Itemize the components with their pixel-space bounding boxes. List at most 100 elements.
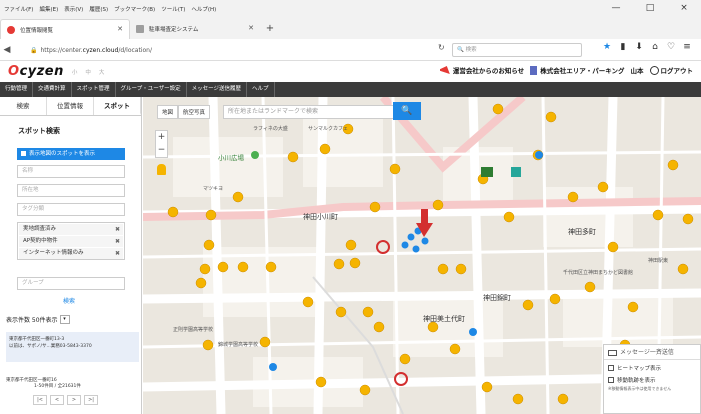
navigation-bar: ◀ 🔒 https://center. cyzen.cloud/d/locatio… (0, 39, 701, 61)
chevron-down-icon[interactable]: ▾ (59, 315, 70, 324)
tab-bar: 位置情報閲覧 ✕ 駐車場査定システム ✕ + (0, 17, 701, 39)
tab-location[interactable]: 位置情報閲覧 ✕ (0, 19, 130, 39)
company-label: 株式会社エリア・パーキング (540, 67, 625, 75)
search-placeholder: 検索 (465, 47, 477, 53)
library-icon[interactable]: ▮ (615, 42, 631, 52)
search-icon: 🔍 (401, 106, 413, 116)
tab-position[interactable]: 位置情報 (47, 97, 94, 115)
new-tab-button[interactable]: + (260, 19, 280, 39)
home-icon[interactable]: ⌂ (647, 42, 663, 52)
logo-text: cyzen (19, 64, 64, 79)
map-label: 千代田区立神田まちかど図書館 (563, 270, 634, 276)
close-tab-icon[interactable]: ✕ (117, 25, 123, 33)
map-label: 神田錦町 (483, 294, 511, 302)
map-type-map[interactable]: 地図 (157, 105, 179, 119)
map-type-satellite[interactable]: 航空写真 (178, 105, 211, 119)
name-field[interactable]: 名称 (17, 165, 125, 178)
close-window-button[interactable]: × (667, 0, 701, 17)
maximize-button[interactable]: □ (633, 0, 667, 17)
map-search-button[interactable]: 🔍 (393, 102, 421, 120)
menu-transport-cost[interactable]: 交通費計算 (33, 82, 72, 97)
message-panel: メッセージ一斉送信 ヒートマップ表示 移動軌跡を表示 ※移動情報表示中は使用でき… (603, 344, 701, 414)
main-menu: 行動管理 交通費計算 スポット管理 グループ・ユーザー設定 メッセージ送信履歴 … (0, 82, 701, 97)
map-view[interactable]: 地図 航空写真 所在地またはランドマークで検索 🔍 + − 小川広場 神田小川町… (143, 97, 701, 414)
hamburger-menu-icon[interactable]: ≡ (679, 42, 695, 52)
next-page-button[interactable]: > (67, 395, 81, 405)
result-item[interactable]: 東京都千代田区一番町16 1-50件目 / 全21631件 (6, 378, 81, 390)
pager: |< < > >| (33, 395, 101, 405)
menu-tools[interactable]: ツール(T) (161, 5, 185, 13)
tag-chip: インターネット情報のみ ✖ (19, 248, 123, 259)
close-tab-icon[interactable]: ✕ (248, 24, 254, 32)
megaphone-icon (439, 66, 450, 74)
zoom-in-button[interactable]: + (156, 131, 167, 144)
bookmark-star-icon[interactable]: ★ (599, 42, 615, 52)
menu-edit[interactable]: 編集(E) (39, 5, 58, 13)
logout-button[interactable]: ログアウト (649, 65, 693, 75)
menu-message-history[interactable]: メッセージ送信履歴 (187, 82, 248, 97)
menu-history[interactable]: 履歴(S) (89, 5, 108, 13)
tab-spot[interactable]: スポット (94, 97, 141, 115)
chip-label: インターネット情報のみ (23, 250, 84, 256)
cyzen-logo: Ocyzen (8, 64, 64, 79)
first-page-button[interactable]: |< (33, 395, 47, 405)
group-field[interactable]: グループ (17, 277, 125, 290)
url-bar[interactable]: 🔒 https://center. cyzen.cloud/d/location/ (30, 43, 425, 57)
menu-file[interactable]: ファイル(F) (4, 5, 33, 13)
reload-icon[interactable]: ↻ (438, 43, 445, 52)
heatmap-label: ヒートマップ表示 (617, 366, 662, 372)
pocket-icon[interactable]: ♡ (663, 42, 679, 52)
result-address: 東京都千代田区一番町13-3 (9, 337, 65, 342)
tab-label: 駐車場査定システム (149, 27, 199, 33)
font-size-medium[interactable]: 中 (85, 68, 91, 76)
minimize-button[interactable]: — (599, 0, 633, 17)
tag-field[interactable]: タグ分類 (17, 203, 125, 216)
panel-tabs: 検索 位置情報 スポット (0, 97, 141, 116)
browser-search-input[interactable]: 🔍 検索 (452, 43, 582, 57)
track-toggle[interactable]: 移動軌跡を表示 (608, 376, 700, 384)
show-spots-button[interactable]: 表示地図のスポットを表示 (17, 148, 125, 160)
map-label: マツキヨ (203, 186, 224, 192)
font-size-large[interactable]: 大 (99, 68, 105, 76)
url-prefix: https://center. (40, 46, 83, 54)
font-size-small[interactable]: 小 (72, 68, 78, 76)
notice-link[interactable]: 運営会社からのお知らせ (439, 65, 525, 75)
tag-chip: 実地調査済み ✖ (19, 224, 123, 235)
result-detail: 以前は、サポノ/サ...業務03-5843-3370 (9, 344, 92, 349)
count-selector[interactable]: 表示件数 50件表示 ▾ (6, 315, 70, 324)
map-label: 神田小川町 (303, 213, 338, 221)
remove-chip-icon[interactable]: ✖ (115, 236, 120, 247)
tab-search[interactable]: 検索 (0, 97, 47, 115)
remove-chip-icon[interactable]: ✖ (115, 248, 120, 259)
notice-label: 運営会社からのお知らせ (452, 67, 525, 75)
tab-parking[interactable]: 駐車場査定システム ✕ (130, 19, 260, 39)
power-icon (649, 65, 659, 75)
menu-bookmarks[interactable]: ブックマーク(B) (114, 5, 155, 13)
menu-activity[interactable]: 行動管理 (0, 82, 34, 97)
track-label: 移動軌跡を表示 (617, 378, 656, 384)
panel-title: スポット検索 (18, 127, 60, 135)
map-type-toggle: 地図 航空写真 (157, 105, 211, 119)
heatmap-toggle[interactable]: ヒートマップ表示 (608, 364, 700, 372)
menu-view[interactable]: 表示(V) (64, 5, 83, 13)
broadcast-message-button[interactable]: メッセージ一斉送信 (604, 345, 700, 360)
download-icon[interactable]: ⬇ (631, 42, 647, 52)
back-button[interactable]: ◀ (0, 45, 14, 55)
last-page-button[interactable]: >| (84, 395, 98, 405)
address-field[interactable]: 所在地 (17, 184, 125, 197)
prev-page-button[interactable]: < (50, 395, 64, 405)
url-host: cyzen.cloud (82, 46, 119, 54)
search-button[interactable]: 検索 (63, 296, 75, 305)
street-view-icon[interactable] (157, 164, 166, 175)
zoom-out-button[interactable]: − (156, 144, 167, 157)
url-path: /d/location/ (118, 46, 152, 54)
map-search-input[interactable]: 所在地またはランドマークで検索 (223, 105, 403, 119)
menu-help-app[interactable]: ヘルプ (247, 82, 275, 97)
remove-chip-icon[interactable]: ✖ (115, 224, 120, 235)
menu-spot-management[interactable]: スポット管理 (72, 82, 116, 97)
tab-label: 位置情報閲覧 (20, 27, 54, 34)
menu-help[interactable]: ヘルプ(H) (191, 5, 216, 13)
menu-group-user[interactable]: グループ・ユーザー設定 (116, 82, 187, 97)
map-label: ラフィネの大盛 (253, 126, 288, 132)
result-item[interactable]: 東京都千代田区一番町13-3 以前は、サポノ/サ...業務03-5843-337… (6, 332, 139, 362)
